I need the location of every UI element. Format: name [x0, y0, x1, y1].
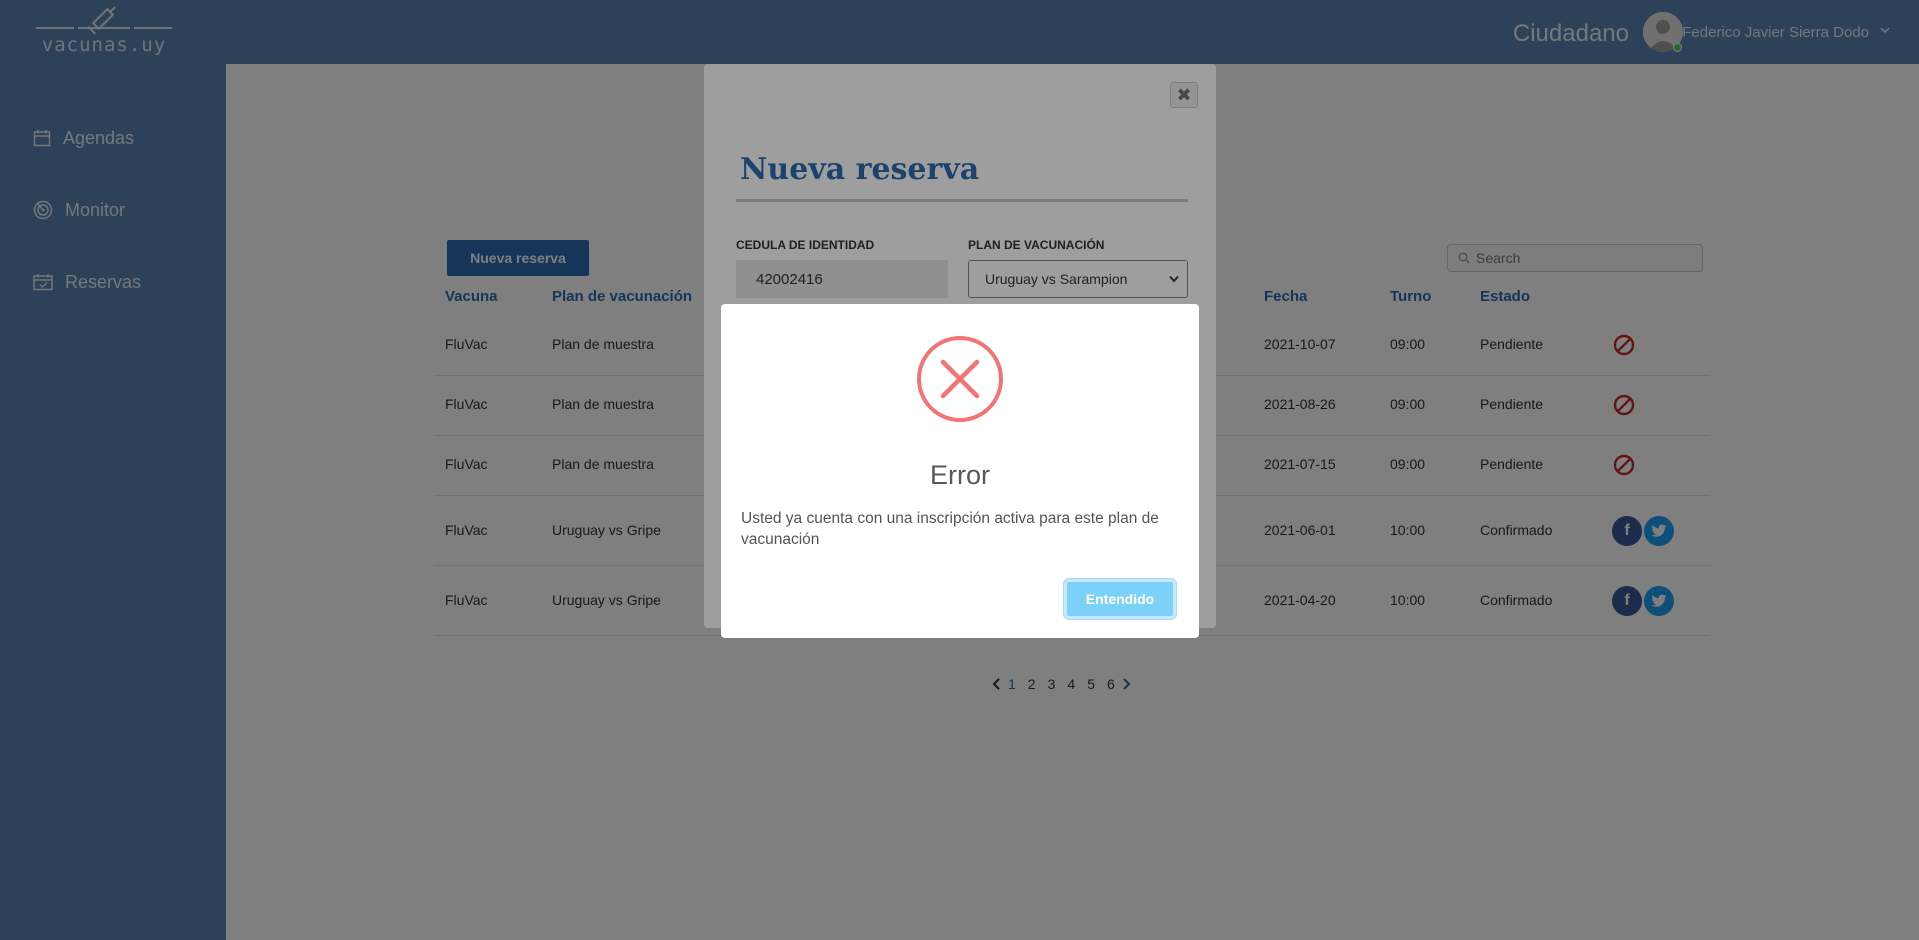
chevron-down-icon	[1169, 275, 1179, 283]
close-icon[interactable]: ✖	[1170, 82, 1198, 108]
cedula-label: CEDULA DE IDENTIDAD	[736, 238, 875, 252]
title-divider	[736, 199, 1188, 202]
error-message: Usted ya cuenta con una inscripción acti…	[741, 510, 1159, 548]
error-dialog: Error Usted ya cuenta con una inscripció…	[721, 304, 1199, 638]
confirm-button[interactable]: Entendido	[1064, 579, 1176, 619]
modal-title: Nueva reserva	[740, 152, 980, 187]
plan-select[interactable]: Uruguay vs Sarampion	[968, 260, 1188, 298]
error-title: Error	[930, 460, 990, 490]
cedula-field[interactable]: 42002416	[736, 260, 948, 298]
error-icon	[917, 336, 1003, 422]
plan-select-value: Uruguay vs Sarampion	[985, 271, 1128, 287]
plan-label: PLAN DE VACUNACIÓN	[968, 238, 1105, 252]
